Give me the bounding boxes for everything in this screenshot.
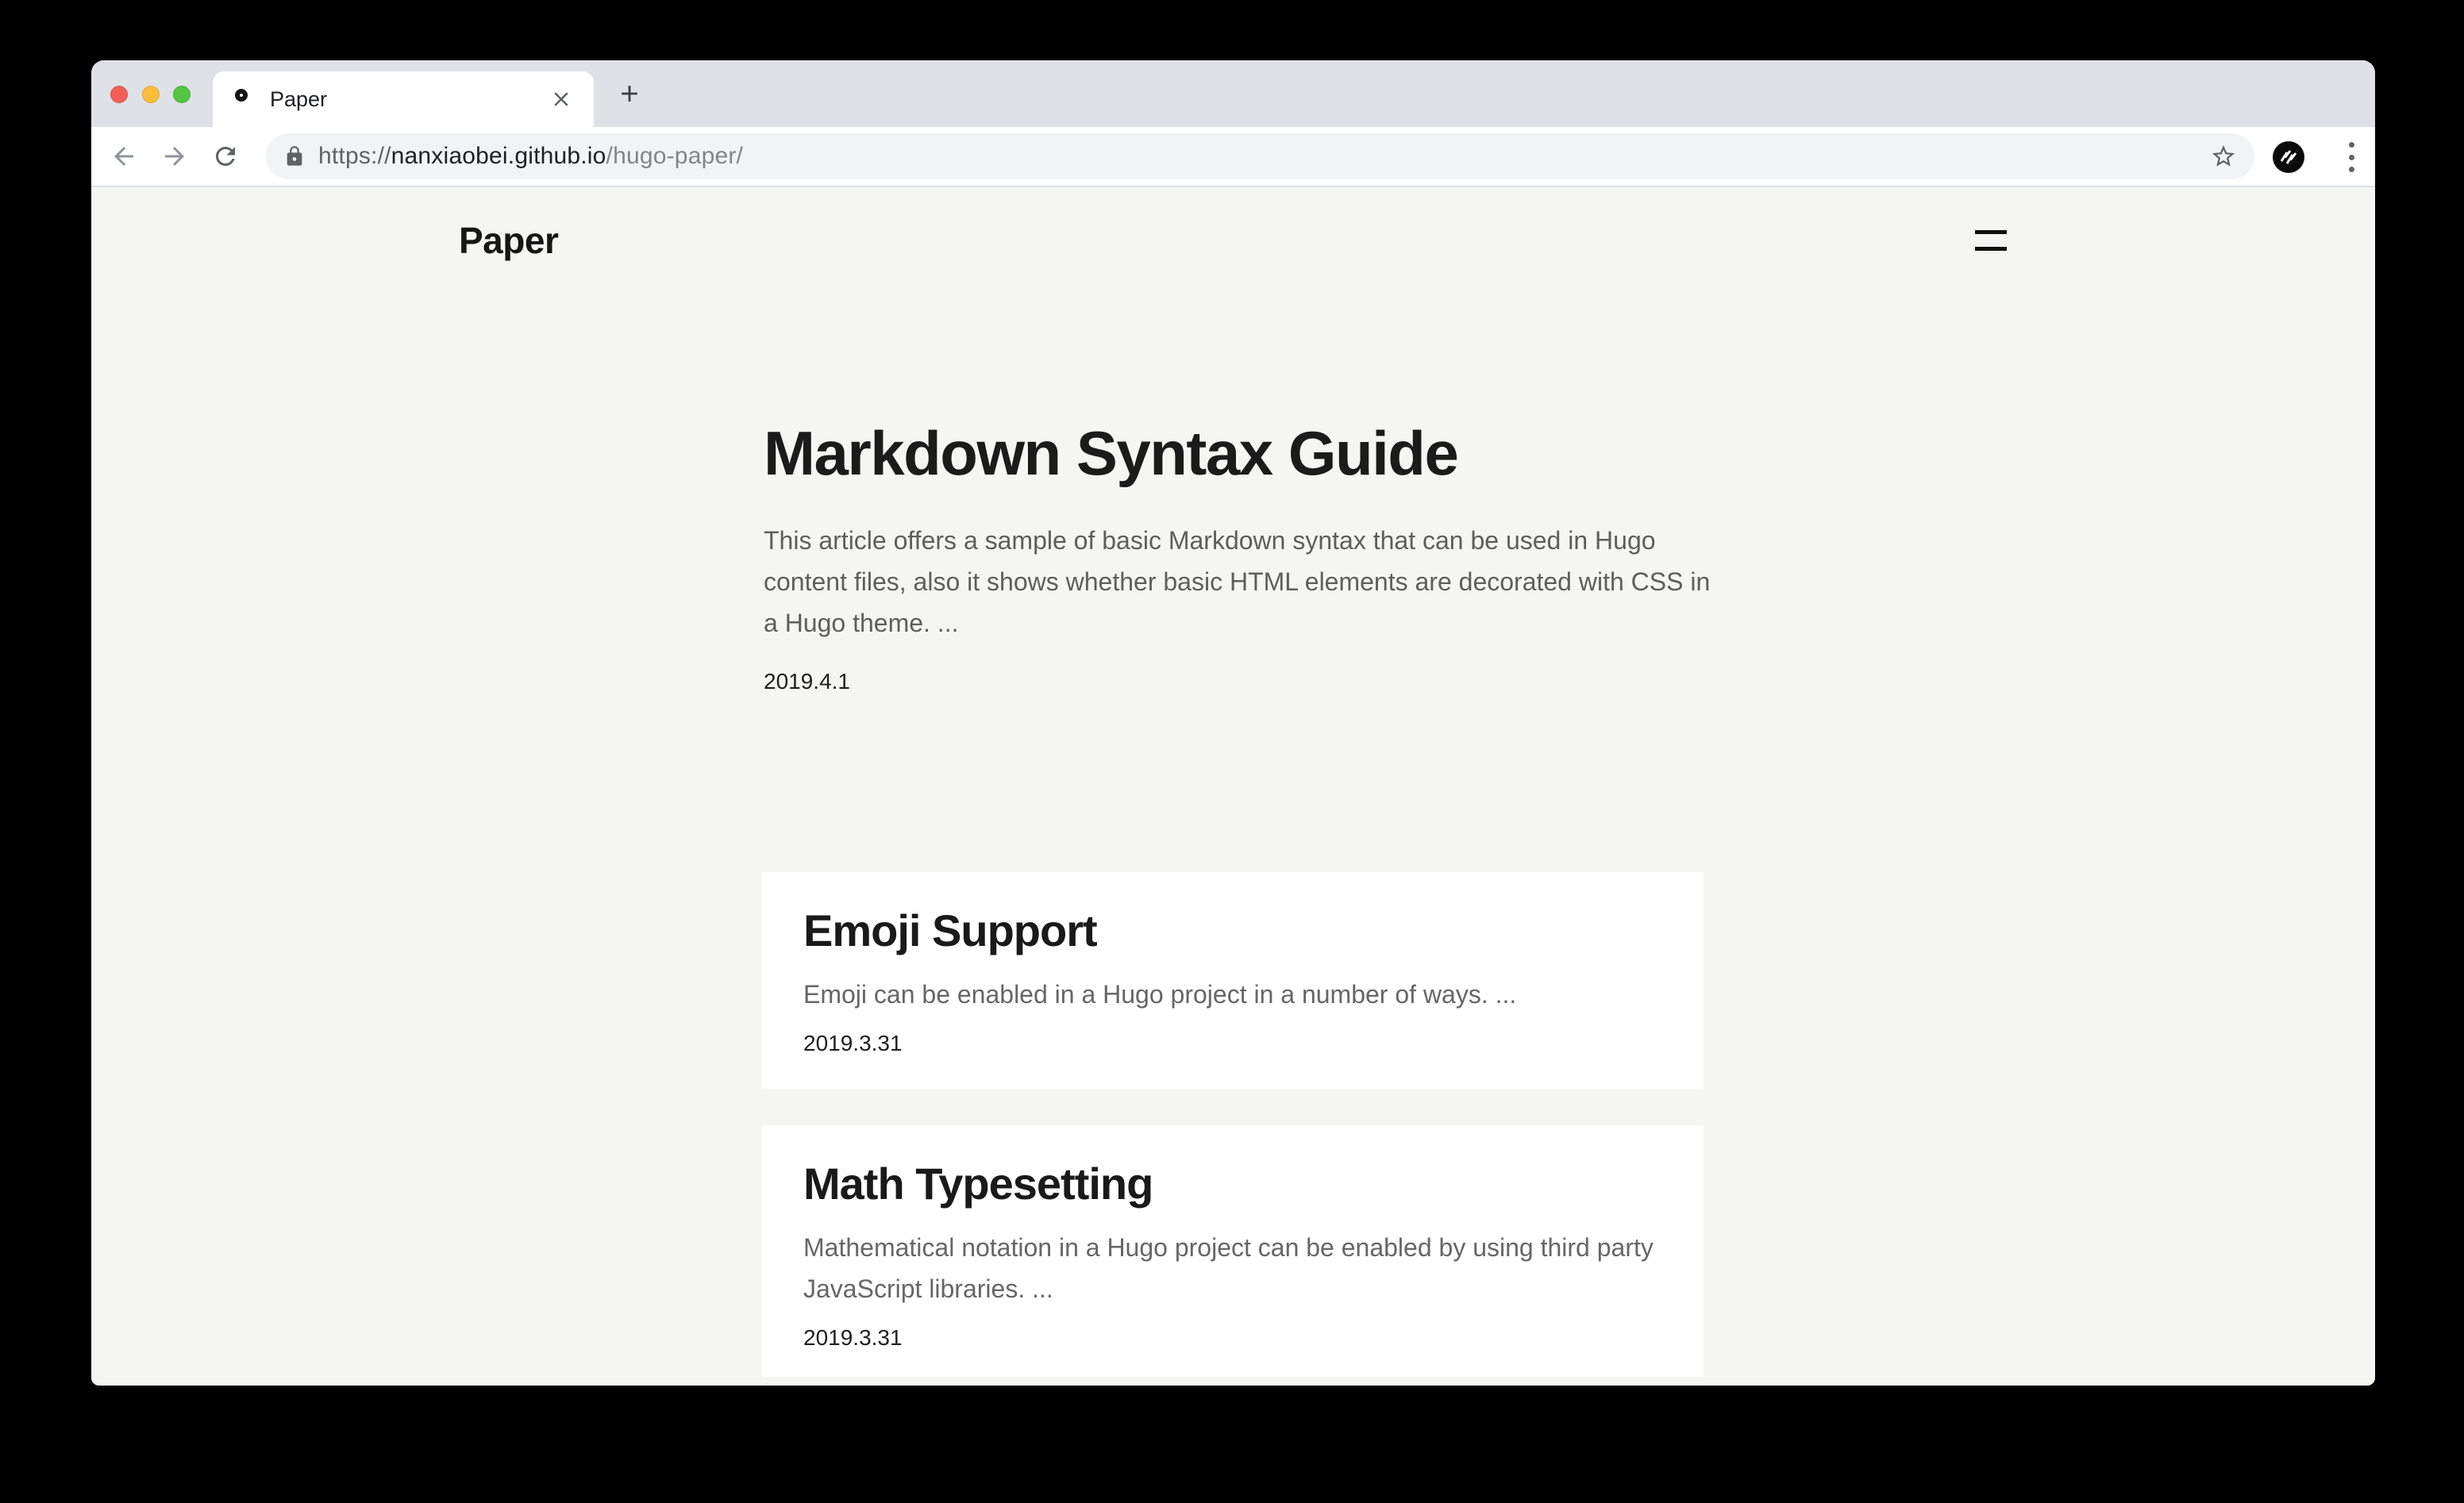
tab-favicon-ring-icon xyxy=(235,89,248,102)
tab-strip: Paper xyxy=(91,60,2375,127)
featured-post-excerpt: This article offers a sample of basic Ma… xyxy=(764,520,1724,644)
site-menu-icon[interactable] xyxy=(1975,230,2007,252)
featured-post: Markdown Syntax Guide This article offer… xyxy=(764,421,1724,694)
zoom-window-button[interactable] xyxy=(173,86,191,103)
url-domain: nanxiaobei.github.io xyxy=(391,143,606,169)
featured-post-title[interactable]: Markdown Syntax Guide xyxy=(764,421,1724,486)
post-card-emoji-support[interactable]: Emoji Support Emoji can be enabled in a … xyxy=(762,872,1704,1089)
post-excerpt: Mathematical notation in a Hugo project … xyxy=(803,1227,1662,1309)
url-path: /hugo-paper/ xyxy=(606,143,744,169)
post-card-math-typesetting[interactable]: Math Typesetting Mathematical notation i… xyxy=(762,1125,1704,1377)
browser-toolbar: https://nanxiaobei.github.io/hugo-paper/ xyxy=(91,127,2375,187)
tab-close-icon[interactable] xyxy=(552,90,571,109)
post-date: 2019.3.31 xyxy=(803,1031,1662,1056)
address-bar[interactable]: https://nanxiaobei.github.io/hugo-paper/ xyxy=(266,133,2254,179)
featured-post-date: 2019.4.1 xyxy=(764,669,1724,694)
bookmark-star-icon[interactable] xyxy=(2210,143,2237,170)
new-tab-button[interactable] xyxy=(606,71,653,117)
close-window-button[interactable] xyxy=(110,86,128,103)
menu-bar-top xyxy=(1975,230,2007,234)
site-logo[interactable]: Paper xyxy=(459,219,558,262)
reload-icon[interactable] xyxy=(211,142,240,171)
browser-tab[interactable]: Paper xyxy=(213,71,594,127)
url-text: https://nanxiaobei.github.io/hugo-paper/ xyxy=(318,143,743,170)
browser-menu-icon[interactable] xyxy=(2349,142,2355,172)
page-content: Paper Markdown Syntax Guide This article… xyxy=(91,187,2375,1386)
minimize-window-button[interactable] xyxy=(142,86,160,103)
tab-title: Paper xyxy=(270,71,327,127)
forward-icon[interactable] xyxy=(160,142,189,171)
plus-icon xyxy=(616,80,643,107)
url-scheme: https:// xyxy=(318,143,391,169)
extension-double-lightning-icon[interactable] xyxy=(2273,141,2304,173)
post-title[interactable]: Emoji Support xyxy=(803,909,1662,953)
menu-bar-bottom xyxy=(1975,247,2007,251)
lock-icon xyxy=(283,145,306,167)
browser-window: Paper https://nanxiaobei.github.io/hugo-… xyxy=(91,60,2375,1386)
post-excerpt: Emoji can be enabled in a Hugo project i… xyxy=(803,974,1662,1015)
post-title[interactable]: Math Typesetting xyxy=(803,1162,1662,1206)
back-icon[interactable] xyxy=(110,142,138,171)
post-date: 2019.3.31 xyxy=(803,1325,1662,1351)
